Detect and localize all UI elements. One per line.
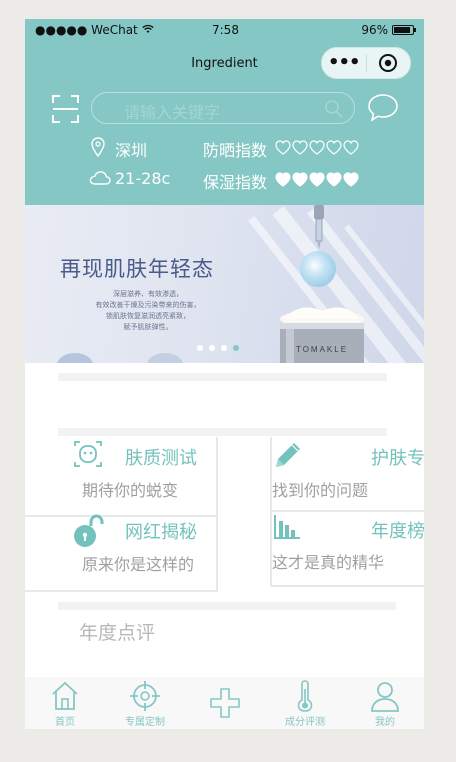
moisture-hearts (275, 172, 359, 187)
heart-outline-icon (309, 140, 325, 155)
tab-ingredient-review[interactable]: 成分评测 (265, 677, 345, 729)
unlock-icon (74, 514, 104, 547)
grid-divider (216, 437, 218, 592)
banner-subtext-line: 锁肌肤恢复滋润透亮紧致， (106, 312, 190, 320)
feature-subtitle: 找到你的问题 (272, 481, 369, 500)
feature-title: 肤质测试 (125, 448, 197, 469)
heart-outline-icon (326, 140, 342, 155)
banner-subtext-line: 赋予肌肤弹性。 (123, 323, 173, 331)
nav-bar: Ingredient ••• (25, 45, 424, 83)
temperature-label: 21-28c (115, 169, 171, 188)
banner-subtext: 深层滋养、有效渗透， 有效改善干燥及污染带来的伤害， 锁肌肤恢复滋润透亮紧致， … (83, 289, 213, 333)
search-row: 请输入关键字 (25, 89, 424, 129)
tab-label: 我的 (375, 717, 395, 728)
loading-placeholder (58, 428, 387, 436)
section-title-annual-review: 年度点评 (79, 622, 156, 644)
heart-outline-icon (343, 140, 359, 155)
tab-add[interactable] (185, 677, 265, 729)
heart-outline-icon (292, 140, 308, 155)
pencil-icon (276, 443, 300, 467)
moisture-index-label: 保湿指数 (203, 173, 268, 192)
sunscreen-index-label: 防晒指数 (203, 141, 268, 160)
cream-jar-image: TOMAKLE (280, 307, 364, 363)
bottom-tab-bar: 首页 专属定制 成分评测 我的 (25, 677, 424, 729)
grid-divider (25, 515, 216, 517)
more-menu-button[interactable]: ••• (322, 47, 366, 79)
feature-title: 护肤专 (371, 448, 424, 469)
thermometer-icon (297, 680, 313, 712)
feature-title: 网红揭秘 (125, 522, 197, 543)
phone-screen: ●●●●● WeChat 7:58 96% Ingredient ••• 请输入… (25, 19, 424, 729)
tab-custom[interactable]: 专属定制 (105, 677, 185, 729)
dropper-image (314, 205, 324, 249)
grid-divider (270, 510, 424, 512)
feature-subtitle: 原来你是这样的 (82, 555, 195, 574)
sunscreen-hearts (275, 140, 359, 155)
bar-chart-icon (274, 515, 300, 539)
banner-subtext-line: 有效改善干燥及污染带来的伤害， (95, 301, 201, 309)
scan-icon[interactable] (52, 95, 79, 123)
target-icon (130, 681, 160, 711)
banner-headline: 再现肌肤年轻态 (60, 257, 214, 281)
battery-indicator: 96% (361, 23, 416, 37)
carousel-dot[interactable] (209, 345, 215, 351)
cloud-icon (89, 171, 111, 185)
face-scan-icon (74, 441, 102, 467)
jar-brand-label: TOMAKLE (296, 345, 348, 354)
home-icon (52, 681, 78, 710)
banner-subtext-line: 深层滋养、有效渗透， (113, 290, 183, 298)
heart-outline-icon (275, 140, 291, 155)
tab-home[interactable]: 首页 (25, 677, 105, 729)
user-icon (371, 682, 399, 712)
feature-subtitle: 期待你的蜕变 (82, 481, 179, 500)
battery-icon (392, 25, 416, 35)
feature-title: 年度榜 (371, 521, 424, 542)
status-bar: ●●●●● WeChat 7:58 96% (25, 19, 424, 41)
grid-divider (270, 585, 424, 587)
tab-label: 首页 (55, 717, 75, 728)
promo-banner[interactable]: 再现肌肤年轻态 深层滋养、有效渗透， 有效改善干燥及污染带来的伤害， 锁肌肤恢复… (25, 205, 424, 363)
tab-profile[interactable]: 我的 (345, 677, 424, 729)
chat-bubble-icon[interactable] (367, 92, 399, 124)
close-target-icon (379, 54, 398, 72)
clock: 7:58 (212, 23, 239, 37)
mini-program-capsule[interactable]: ••• (321, 47, 411, 79)
heart-filled-icon (343, 172, 359, 187)
serum-drop-image (300, 251, 336, 287)
close-program-button[interactable] (366, 53, 410, 73)
carrier-label: ●●●●● WeChat (35, 23, 154, 37)
wifi-icon (141, 24, 154, 33)
search-icon[interactable] (324, 99, 344, 119)
feature-subtitle: 这才是真的精华 (272, 553, 385, 572)
carousel-dot[interactable] (221, 345, 227, 351)
loading-placeholder (58, 373, 387, 381)
heart-filled-icon (326, 172, 342, 187)
search-input[interactable]: 请输入关键字 (91, 92, 355, 124)
banner-decoration (147, 353, 183, 363)
tab-label: 成分评测 (285, 717, 325, 728)
heart-filled-icon (275, 172, 291, 187)
city-label: 深圳 (115, 141, 148, 160)
heart-filled-icon (292, 172, 308, 187)
search-placeholder: 请输入关键字 (124, 103, 221, 122)
carousel-dot-active[interactable] (233, 345, 239, 351)
location-pin-icon (91, 137, 105, 157)
plus-icon (210, 688, 240, 718)
loading-placeholder (58, 602, 396, 610)
heart-filled-icon (309, 172, 325, 187)
tab-label: 专属定制 (125, 717, 165, 728)
carousel-dots (197, 345, 239, 351)
carousel-dot[interactable] (197, 345, 203, 351)
grid-divider (25, 590, 216, 592)
banner-decoration (57, 353, 93, 363)
